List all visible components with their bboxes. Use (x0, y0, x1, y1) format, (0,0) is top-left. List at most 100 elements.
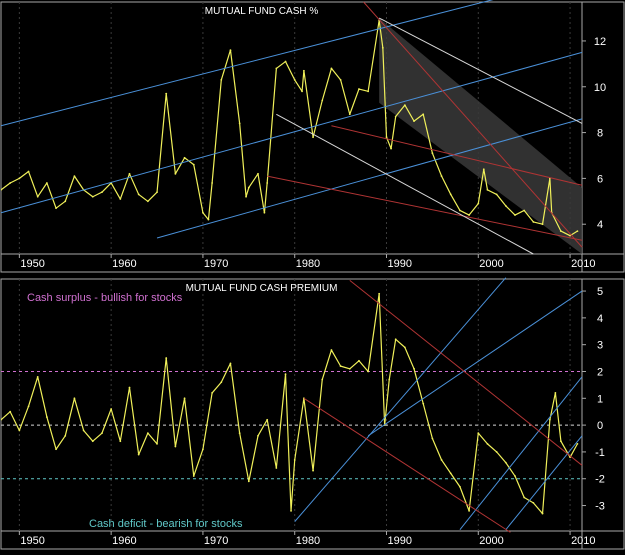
data-point (477, 432, 480, 435)
data-point (301, 90, 303, 93)
data-point (514, 475, 516, 477)
data-point (247, 480, 250, 483)
data-point (128, 172, 131, 175)
data-point (146, 432, 149, 435)
y-tick-label: 4 (597, 219, 603, 231)
y-tick-label: -1 (595, 447, 605, 459)
chart-svg: 1950 1960 1970 1980 1990 2000 20104681012MUTUA… (0, 0, 625, 550)
data-point (532, 501, 535, 504)
x-tick-label: 1950 (20, 258, 44, 270)
data-point (293, 78, 296, 81)
data-point (449, 472, 452, 475)
data-point (27, 405, 30, 408)
data-point (9, 410, 12, 413)
data-point (220, 381, 223, 384)
x-tick-label: 1950 (20, 535, 44, 547)
data-point (548, 418, 551, 421)
premium-panel: 1950 1960 1970 1980 1990 2000 2010 5 4 3 2 1 0 -1 -2 -3… (0, 277, 625, 550)
data-point (156, 191, 158, 194)
data-point (64, 200, 67, 203)
data-point (482, 168, 485, 171)
data-point (165, 92, 168, 95)
data-point (459, 209, 461, 212)
y-tick-label: 2 (597, 366, 603, 378)
data-point (504, 204, 507, 207)
y-tick-label: 0 (597, 420, 603, 432)
data-point (207, 218, 210, 221)
data-point (245, 195, 247, 198)
x-tick-label: 1960 (112, 258, 136, 270)
data-point (257, 434, 259, 437)
data-point (73, 175, 76, 178)
data-point (174, 172, 177, 175)
data-point (559, 230, 562, 232)
data-point (348, 367, 351, 370)
data-point (247, 186, 250, 189)
data-point (55, 207, 57, 210)
x-tick-label: 1990 (387, 258, 411, 270)
data-point (330, 67, 333, 70)
data-point (477, 202, 480, 205)
data-point (36, 195, 39, 198)
data-point (413, 367, 415, 370)
data-point (211, 182, 214, 184)
y-tick-label: 8 (597, 128, 603, 140)
y-tick-label: 4 (597, 313, 603, 325)
data-point (183, 156, 186, 159)
x-tick-label: 2000 (479, 258, 503, 270)
data-point (202, 211, 204, 214)
data-point (293, 459, 296, 461)
red-channel-bottom (303, 397, 511, 533)
data-point (18, 177, 21, 180)
surplus-annotation: Cash surplus - bullish for stocks (27, 292, 183, 304)
data-point (101, 432, 103, 435)
data-point (137, 193, 140, 196)
data-point (101, 191, 103, 194)
data-point (91, 440, 94, 443)
data-point (55, 448, 57, 451)
data-point (312, 469, 314, 472)
deficit-annotation: Cash deficit - bearish for stocks (89, 518, 243, 530)
plot-area (1, 279, 582, 531)
chart-title: MUTUAL FUND CASH PREMIUM (186, 283, 338, 294)
data-point (385, 136, 388, 139)
data-point (9, 182, 12, 184)
data-point (495, 451, 498, 453)
data-point (82, 429, 85, 432)
data-point (440, 459, 443, 461)
x-tick-label: 1960 (112, 535, 136, 547)
data-point (486, 442, 489, 445)
data-point (576, 442, 579, 445)
premium-line (1, 293, 578, 515)
data-point (339, 78, 342, 81)
blue-channel-top (0, 0, 494, 127)
y-tick-label: -2 (595, 474, 605, 486)
x-tick-label: 1970 (204, 258, 228, 270)
data-point (64, 434, 67, 437)
data-point (403, 104, 406, 106)
data-point (128, 386, 131, 389)
data-point (367, 370, 370, 373)
y-tick-label: 10 (594, 82, 606, 94)
x-tick-label: 1990 (387, 535, 411, 547)
x-tick-label: 1980 (296, 258, 320, 270)
y-tick-label: 3 (597, 340, 603, 352)
data-point (27, 170, 30, 173)
data-point (523, 209, 526, 212)
data-point (468, 214, 471, 216)
y-tick-label: 1 (597, 393, 603, 405)
data-point (413, 120, 415, 123)
data-point (321, 99, 324, 102)
data-point (183, 397, 186, 400)
data-point (431, 152, 434, 155)
data-point (394, 338, 397, 341)
data-point (431, 437, 434, 440)
y-tick-label: 6 (597, 173, 603, 185)
data-point (192, 475, 195, 477)
x-tick-label: 1970 (204, 535, 228, 547)
blue-parallel-1 (294, 277, 507, 522)
data-point (238, 432, 241, 435)
data-point (358, 359, 360, 362)
data-point (468, 509, 471, 512)
data-point (275, 467, 278, 469)
